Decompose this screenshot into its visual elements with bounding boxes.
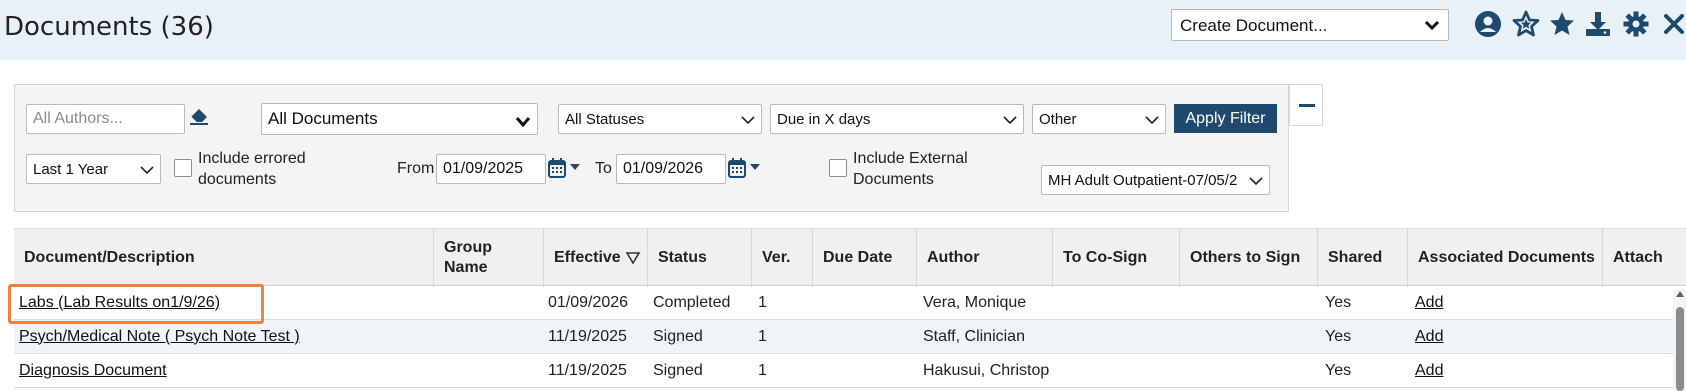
add-associated-link[interactable]: Add [1415, 294, 1443, 312]
column-shared[interactable]: Shared [1318, 229, 1408, 287]
add-associated-link[interactable]: Add [1415, 362, 1443, 380]
due-value: Due in X days [777, 110, 871, 128]
column-status[interactable]: Status [648, 229, 752, 287]
selection-highlight [8, 284, 264, 324]
column-effective[interactable]: Effective [544, 229, 648, 287]
collapse-filter-button[interactable] [1289, 84, 1323, 126]
cell-effective: 11/19/2025 [548, 361, 627, 379]
chevron-down-icon [515, 113, 531, 133]
grid-header: Document/Description Group Name Effectiv… [14, 228, 1686, 287]
column-others-to-sign[interactable]: Others to Sign [1180, 229, 1318, 287]
document-link[interactable]: Diagnosis Document [19, 362, 167, 380]
cell-shared: Yes [1325, 327, 1352, 345]
cell-version: 1 [758, 361, 767, 379]
other-value: Other [1039, 110, 1077, 128]
column-to-co-sign[interactable]: To Co-Sign [1053, 229, 1180, 287]
column-group-name[interactable]: Group Name [434, 229, 544, 287]
column-attach[interactable]: Attach [1603, 229, 1686, 287]
chevron-down-icon [1145, 113, 1159, 130]
chevron-down-icon [1424, 17, 1440, 38]
page-title: Documents (36) [4, 12, 214, 42]
include-external-checkbox[interactable] [829, 159, 847, 177]
cell-status: Completed [653, 293, 731, 311]
cell-effective: 01/09/2026 [548, 293, 629, 311]
from-date-value: 01/09/2025 [443, 160, 524, 177]
cell-status: Signed [653, 361, 703, 379]
star-icon[interactable] [1548, 10, 1576, 38]
include-errored-label-line1: Include errored [198, 150, 306, 167]
column-due-date[interactable]: Due Date [813, 229, 917, 287]
scroll-up-arrow-icon[interactable] [1676, 291, 1684, 297]
from-label: From [397, 160, 435, 177]
cell-author: Hakusui, Christop [923, 361, 1050, 379]
due-select[interactable]: Due in X days [770, 104, 1024, 134]
column-document[interactable]: Document/Description [14, 229, 434, 287]
sort-down-icon [625, 252, 641, 265]
cell-version: 1 [758, 327, 767, 345]
column-author[interactable]: Author [917, 229, 1053, 287]
include-external-label-line1: Include External [853, 150, 968, 167]
user-circle-icon[interactable] [1474, 10, 1502, 38]
column-associated-documents[interactable]: Associated Documents [1408, 229, 1603, 287]
program-value: MH Adult Outpatient-07/05/2 [1048, 171, 1238, 189]
cell-author: Staff, Clinician [923, 327, 1025, 345]
eraser-icon[interactable] [188, 104, 210, 126]
column-group-line1: Group [444, 239, 492, 256]
include-errored-checkbox[interactable] [174, 159, 192, 177]
minus-icon [1299, 104, 1315, 107]
cell-version: 1 [758, 293, 767, 311]
column-version[interactable]: Ver. [752, 229, 813, 287]
page-header: Documents (36) Create Document... [0, 0, 1686, 60]
include-external-label: Include External Documents [853, 148, 968, 190]
from-calendar-icon[interactable] [548, 158, 582, 180]
column-effective-label: Effective [554, 249, 621, 266]
apply-filter-button[interactable]: Apply Filter [1174, 104, 1277, 133]
gear-icon[interactable] [1622, 10, 1650, 38]
cell-author: Vera, Monique [923, 293, 1027, 311]
include-external-label-line2: Documents [853, 171, 934, 188]
from-date-input[interactable]: 01/09/2025 [436, 154, 546, 184]
document-type-select[interactable]: All Documents [261, 103, 538, 135]
chevron-down-icon [1003, 113, 1017, 130]
chevron-down-icon [741, 113, 755, 130]
authors-input[interactable]: All Authors... [26, 104, 185, 134]
include-errored-label: Include errored documents [198, 148, 306, 190]
cell-shared: Yes [1325, 361, 1352, 379]
to-label: To [595, 160, 612, 177]
chevron-down-icon [140, 163, 154, 180]
document-type-value: All Documents [268, 109, 378, 128]
authors-input-placeholder: All Authors... [33, 110, 123, 127]
cell-shared: Yes [1325, 293, 1352, 311]
cell-status: Signed [653, 327, 703, 345]
program-select[interactable]: MH Adult Outpatient-07/05/2 [1041, 165, 1270, 195]
date-range-select[interactable]: Last 1 Year [26, 154, 161, 184]
star-outline-icon[interactable] [1512, 10, 1540, 38]
date-range-value: Last 1 Year [33, 160, 109, 178]
to-date-input[interactable]: 01/09/2026 [616, 154, 726, 184]
document-link[interactable]: Psych/Medical Note ( Psych Note Test ) [19, 328, 300, 346]
create-document-value: Create Document... [1180, 16, 1328, 35]
create-document-select[interactable]: Create Document... [1171, 9, 1449, 41]
table-row[interactable]: Psych/Medical Note ( Psych Note Test ) 1… [14, 320, 1674, 354]
status-select[interactable]: All Statuses [558, 104, 762, 134]
column-group-line2: Name [444, 259, 488, 276]
table-row[interactable]: Diagnosis Document 11/19/2025 Signed 1 H… [14, 354, 1674, 388]
to-calendar-icon[interactable] [728, 158, 762, 180]
add-associated-link[interactable]: Add [1415, 328, 1443, 346]
include-errored-label-line2: documents [198, 171, 277, 188]
close-icon[interactable] [1660, 10, 1686, 38]
cell-effective: 11/19/2025 [548, 327, 627, 345]
other-select[interactable]: Other [1032, 104, 1166, 134]
chevron-down-icon [1249, 174, 1263, 191]
status-value: All Statuses [565, 110, 645, 128]
scrollbar-thumb[interactable] [1676, 307, 1684, 391]
to-date-value: 01/09/2026 [623, 160, 704, 177]
download-icon[interactable] [1584, 10, 1612, 38]
